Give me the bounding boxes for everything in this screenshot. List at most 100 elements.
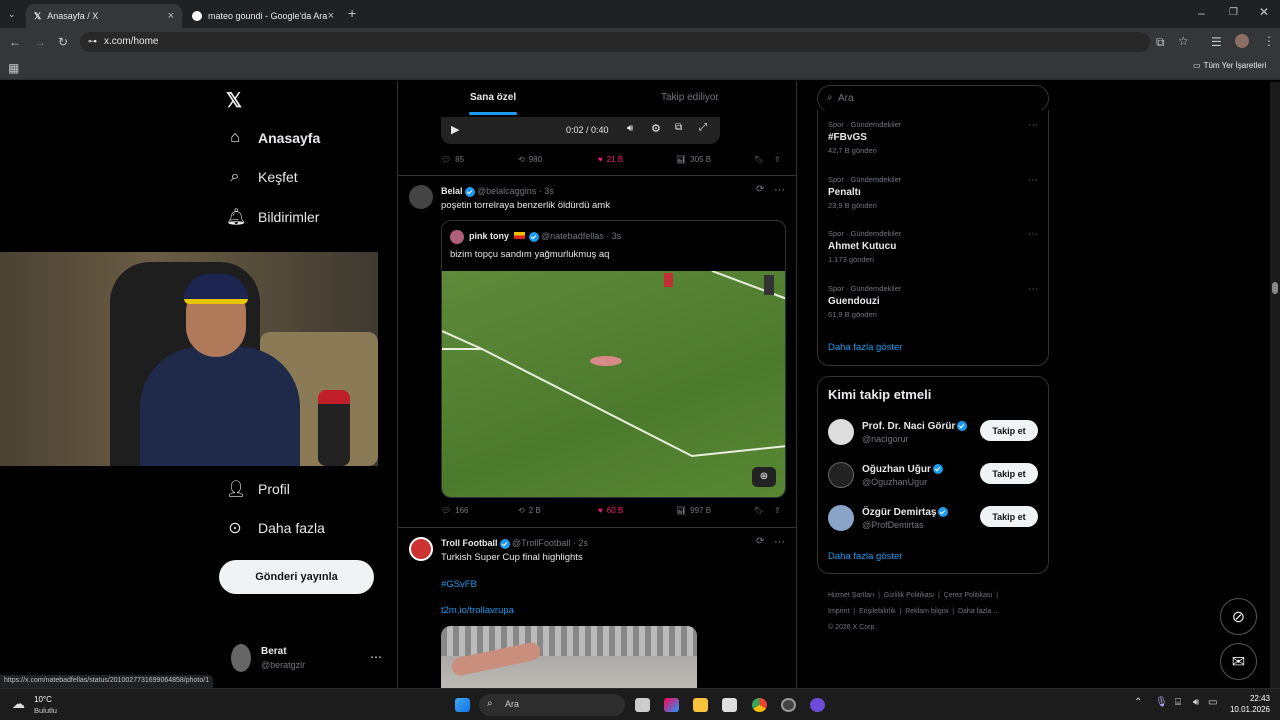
trend-more-icon[interactable]: ⋯ [1028, 284, 1038, 295]
footer-link[interactable]: Erişilebilirlik [859, 608, 896, 615]
post-avatar[interactable] [409, 185, 433, 209]
taskbar-search[interactable]: ⌕ Ara [479, 694, 625, 716]
site-info-icon[interactable]: ⊶ [88, 36, 97, 47]
all-bookmarks[interactable]: ▭ Tüm Yer İşaretleri [1193, 61, 1266, 70]
tab-google-search[interactable]: mateo goundi - Google'da Ara × [184, 4, 342, 28]
follow-button[interactable]: Takip et [980, 420, 1038, 441]
clock[interactable]: 22:43 10.01.2026 [1226, 693, 1270, 715]
post-author-handle[interactable]: @TrollFootball [512, 538, 570, 548]
x-logo[interactable]: 𝕏 [226, 88, 242, 113]
share-button[interactable]: ⇪ [774, 155, 781, 164]
quoted-post[interactable]: pink tony @natebadfellas · 3s bizim topç… [441, 220, 786, 498]
bookmark-star-icon[interactable]: ☆ [1178, 34, 1189, 48]
trend-more-icon[interactable]: ⋯ [1028, 120, 1038, 131]
settings-gear-icon[interactable]: ⚙ [651, 122, 661, 135]
minimize-icon[interactable]: – [1198, 6, 1205, 20]
grok-icon[interactable]: ⟳ [756, 184, 764, 195]
tab-for-you[interactable]: Sana özel [470, 92, 516, 103]
footer-link[interactable]: Çerez Politikası [944, 592, 993, 599]
post-hashtag[interactable]: #GSvFB [441, 579, 477, 590]
trend-item[interactable]: Spor · Gündemdekiler #FBvGS 42,7 B gönde… [828, 120, 1038, 155]
alt-icon[interactable]: ⊛ [752, 467, 776, 487]
messages-float-button[interactable]: ✉ [1220, 643, 1257, 680]
network-icon[interactable]: ⌸ [1175, 697, 1181, 708]
microphone-icon[interactable]: 🎙︎ [1155, 697, 1168, 708]
address-bar[interactable]: ⊶ x.com/home [80, 32, 1150, 52]
nav-more[interactable]: ⊙ Daha fazla [226, 518, 325, 538]
bookmark-button[interactable]: 🔖︎ [754, 155, 764, 164]
tray-chevron-icon[interactable]: ⌃ [1134, 697, 1142, 708]
media-controls-icon[interactable]: ☰ [1211, 35, 1222, 49]
footer-link[interactable]: Reklam bilgisi [905, 608, 948, 615]
post-author-handle[interactable]: @belalcaggins [477, 186, 536, 196]
post-author-name[interactable]: Belal [441, 186, 463, 196]
post-troll-football[interactable]: Troll Football @TrollFootball · 2s ⟳ ⋯ T… [398, 528, 796, 688]
follow-suggestion[interactable]: Özgür Demirtaş @ProfDemirtas [828, 505, 949, 531]
repost-button[interactable]: ⟲ 2 B [518, 506, 541, 515]
reload-icon[interactable]: ↻ [58, 35, 68, 49]
footer-link[interactable]: Hizmet Şartları [828, 592, 874, 599]
follow-show-more[interactable]: Daha fazla göster [828, 551, 902, 562]
trend-item[interactable]: Spor · Gündemdekiler Guendouzi 61,9 B gö… [828, 284, 1038, 319]
post-link[interactable]: t2m.io/trollavrupa [441, 605, 514, 616]
like-button[interactable]: ♥ 60 B [598, 506, 623, 515]
reply-button[interactable]: 💬︎ 85 [441, 155, 464, 164]
repost-button[interactable]: ⟲ 980 [518, 155, 542, 164]
profile-avatar[interactable] [1235, 34, 1249, 48]
views-button[interactable]: 📊︎ 997 B [676, 506, 711, 515]
post-more-icon[interactable]: ⋯ [774, 535, 785, 548]
follow-suggestion[interactable]: Oğuzhan Uğur @OguzhanUgur [828, 462, 943, 488]
file-explorer-icon[interactable] [693, 698, 708, 712]
post-time[interactable]: · 3s [539, 186, 554, 196]
post-author-name[interactable]: Troll Football [441, 538, 498, 548]
apps-grid-icon[interactable]: ▦ [8, 61, 19, 75]
pip-icon[interactable]: ⧉ [675, 122, 682, 133]
page-scrollbar[interactable] [1270, 82, 1280, 688]
close-tab-icon[interactable]: × [328, 10, 334, 22]
volume-icon[interactable]: 🔊︎ [627, 123, 633, 134]
new-tab-button[interactable]: + [348, 6, 356, 20]
chrome-icon[interactable] [752, 698, 767, 712]
footer-link[interactable]: Imprint [828, 608, 849, 615]
trend-item[interactable]: Spor · Gündemdekiler Ahmet Kutucu 1.173 … [828, 229, 1038, 264]
search-input[interactable]: ⌕ Ara [817, 85, 1049, 112]
scrollbar-thumb[interactable] [1272, 282, 1278, 294]
forward-icon[interactable]: → [34, 35, 46, 49]
battery-icon[interactable]: ▭ [1208, 697, 1217, 708]
bookmark-button[interactable]: 🔖︎ [754, 506, 764, 515]
grok-icon[interactable]: ⟳ [756, 536, 764, 547]
post-avatar[interactable] [409, 537, 433, 561]
nav-home[interactable]: ⌂ Anasayfa [226, 129, 320, 147]
nav-explore[interactable]: ⌕ Keşfet [226, 168, 298, 186]
grok-float-button[interactable]: ⊘ [1220, 598, 1257, 635]
task-view-icon[interactable] [635, 698, 650, 712]
trend-more-icon[interactable]: ⋯ [1028, 175, 1038, 186]
account-more-icon[interactable]: ⋯ [370, 650, 382, 664]
post-time[interactable]: · 2s [573, 538, 588, 548]
play-icon[interactable]: ▶ [451, 123, 459, 136]
footer-link[interactable]: Gizlilik Politikası [884, 592, 934, 599]
tab-anasayfa[interactable]: 𝕏 Anasayfa / X × [26, 4, 182, 28]
trend-more-icon[interactable]: ⋯ [1028, 229, 1038, 240]
nav-notifications[interactable]: 🔔︎ Bildirimler [226, 207, 319, 227]
trends-show-more[interactable]: Daha fazla göster [828, 342, 902, 353]
tab-search-icon[interactable]: ⌄ [8, 7, 16, 21]
app-icon[interactable] [810, 698, 825, 712]
follow-button[interactable]: Takip et [980, 506, 1038, 527]
post-belal[interactable]: Belal @belalcaggins · 3s ⟳ ⋯ poşetin tor… [398, 176, 796, 526]
follow-button[interactable]: Takip et [980, 463, 1038, 484]
post-image[interactable] [441, 626, 697, 688]
account-switcher[interactable]: Berat @beratgzlr ⋯ [229, 644, 384, 676]
post-button[interactable]: Gönderi yayınla [219, 560, 374, 594]
fullscreen-icon[interactable]: ⤢ [699, 122, 707, 133]
footer-link[interactable]: Daha fazla ... [958, 608, 999, 615]
quote-image[interactable]: ⊛ [442, 271, 785, 497]
store-icon[interactable] [722, 698, 737, 712]
reply-button[interactable]: 💬︎ 166 [441, 506, 469, 515]
copilot-icon[interactable] [664, 698, 679, 712]
app-icon[interactable] [781, 698, 796, 712]
like-button[interactable]: ♥ 21 B [598, 155, 623, 164]
start-icon[interactable] [455, 698, 470, 712]
views-button[interactable]: 📊︎ 305 B [676, 155, 711, 164]
maximize-icon[interactable]: ❐ [1229, 6, 1238, 20]
